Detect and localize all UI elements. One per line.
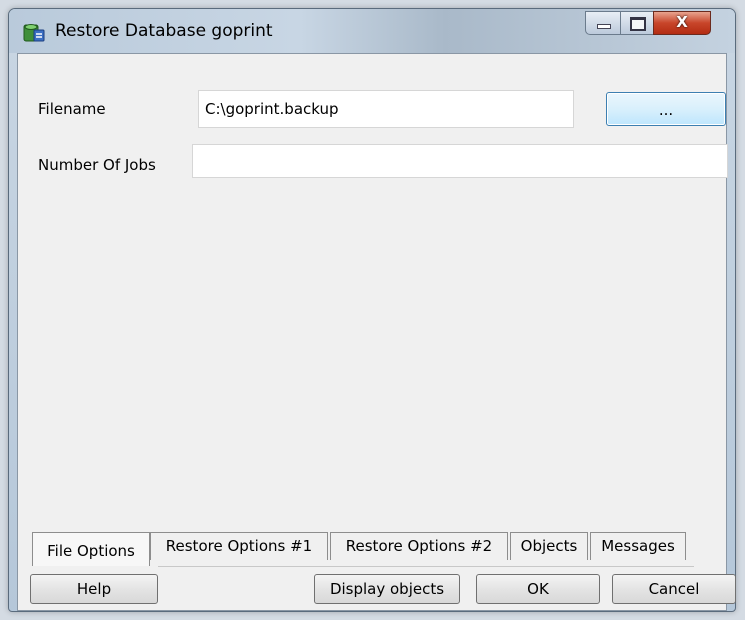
display-objects-button[interactable]: Display objects [314,574,460,604]
title-bar[interactable]: Restore Database goprint X [9,9,735,53]
restore-database-window: Restore Database goprint X Filename C:\g… [8,8,736,612]
tab-file-options[interactable]: File Options [32,532,150,566]
filename-label: Filename [38,100,106,118]
ok-button[interactable]: OK [476,574,600,604]
maximize-button[interactable] [620,11,654,35]
minimize-button[interactable] [585,11,621,35]
browse-button[interactable]: ... [606,92,726,126]
number-of-jobs-label: Number Of Jobs [38,156,156,174]
help-button[interactable]: Help [30,574,158,604]
number-of-jobs-field[interactable] [192,144,728,178]
database-restore-icon [23,24,45,42]
close-icon: X [676,13,688,31]
filename-field[interactable]: C:\goprint.backup [198,90,574,128]
window-title: Restore Database goprint [55,21,273,41]
tab-restore-options-2[interactable]: Restore Options #2 [330,532,508,560]
cancel-button[interactable]: Cancel [612,574,736,604]
close-button[interactable]: X [653,11,711,35]
tab-divider [158,566,694,567]
tab-objects[interactable]: Objects [510,532,588,560]
dialog-client-area: Filename C:\goprint.backup ... Number Of… [17,53,736,611]
tab-restore-options-1[interactable]: Restore Options #1 [150,532,328,560]
tab-messages[interactable]: Messages [590,532,686,560]
